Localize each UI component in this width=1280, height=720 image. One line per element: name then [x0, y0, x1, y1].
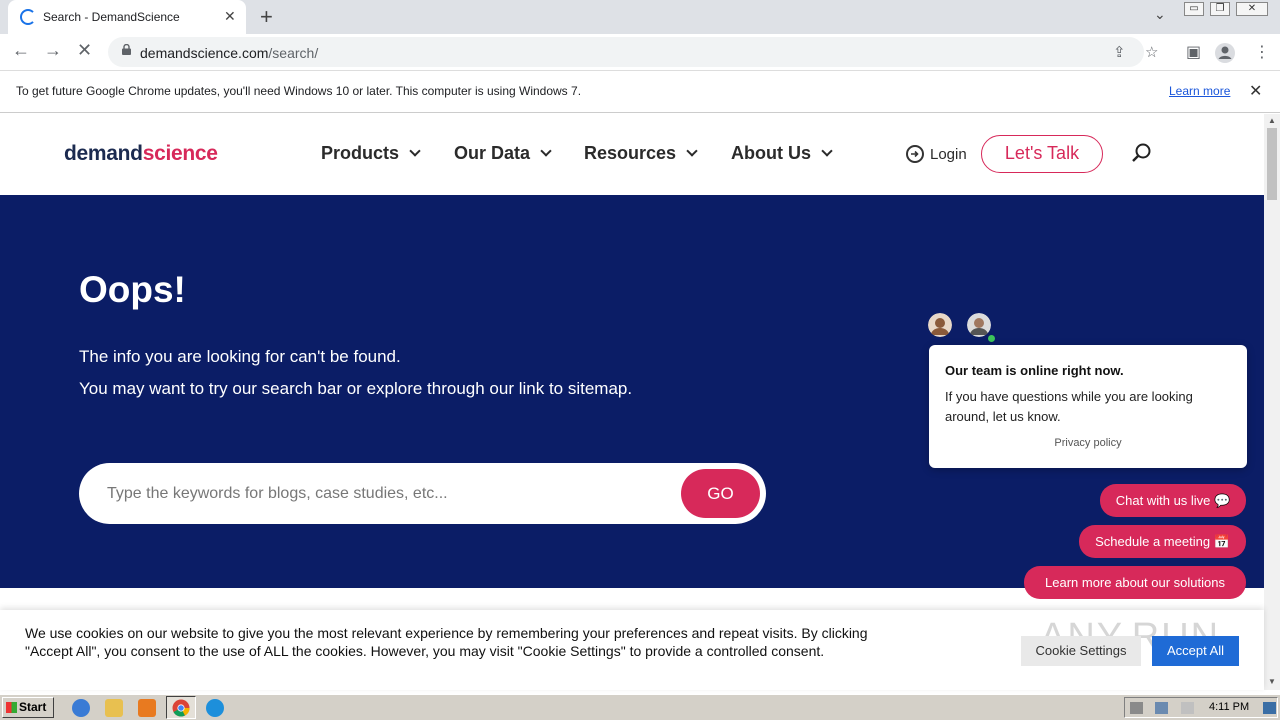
chat-privacy-link[interactable]: Privacy policy [929, 437, 1247, 449]
window-restore-button[interactable]: ❐ [1210, 2, 1230, 16]
chevron-down-icon [409, 145, 421, 157]
browser-menu-icon[interactable]: ⋮ [1254, 42, 1270, 62]
chat-body: If you have questions while you are look… [945, 389, 1193, 424]
site-logo[interactable]: demandscience [64, 142, 218, 166]
loading-spinner-icon [20, 9, 36, 25]
cookie-banner: We use cookies on our website to give yo… [0, 610, 1264, 690]
schedule-meeting-button[interactable]: Schedule a meeting 📅 [1079, 525, 1246, 558]
volume-icon[interactable] [1130, 702, 1143, 714]
not-found-message: The info you are looking for can't be fo… [79, 347, 401, 366]
start-button[interactable]: Start [2, 697, 54, 718]
address-bar[interactable]: demandscience.com/search/ ⇪ ☆ [108, 37, 1158, 67]
chat-invite-card: Our team is online right now. If you hav… [929, 345, 1247, 468]
chevron-down-icon [821, 145, 833, 157]
chevron-down-icon [540, 145, 552, 157]
online-status-dot [986, 333, 997, 344]
page-title: Oops! [79, 269, 186, 310]
login-link[interactable]: Login [930, 146, 967, 163]
infobar-learn-more-link[interactable]: Learn more [1169, 84, 1230, 98]
file-explorer-icon[interactable] [105, 699, 123, 717]
update-infobar: To get future Google Chrome updates, you… [0, 71, 1280, 113]
scroll-up-arrow-icon[interactable]: ▲ [1268, 116, 1276, 125]
sitemap-suggestion: You may want to try our search bar or ex… [79, 379, 633, 398]
site-header: demandscience Products Our Data Resource… [0, 114, 1264, 195]
forward-arrow-icon[interactable]: → [44, 40, 62, 61]
agent-avatar [928, 313, 952, 337]
windows-taskbar: Start 4:11 PM [0, 694, 1280, 720]
profile-avatar-icon[interactable] [1214, 42, 1236, 64]
internet-explorer-icon[interactable] [72, 699, 90, 717]
tab-search-chevron-icon[interactable]: ⌄ [1154, 6, 1166, 23]
cookie-settings-button[interactable]: Cookie Settings [1021, 636, 1141, 666]
url-text: demandscience.com/search/ [140, 45, 319, 61]
nav-item-about-us[interactable]: About Us [731, 143, 833, 164]
scroll-down-arrow-icon[interactable]: ▼ [1268, 677, 1276, 686]
stop-loading-icon[interactable]: ✕ [77, 40, 92, 61]
nav-item-our-data[interactable]: Our Data [454, 143, 552, 164]
infobar-message: To get future Google Chrome updates, you… [16, 84, 582, 98]
chat-live-button[interactable]: Chat with us live 💬 [1100, 484, 1246, 517]
windows-flag-icon [6, 702, 17, 713]
search-icon[interactable] [1131, 142, 1153, 164]
lock-icon [122, 44, 131, 55]
lets-talk-button[interactable]: Let's Talk [981, 135, 1103, 173]
browser-toolbar: ← → ✕ demandscience.com/search/ ⇪ ☆ ▣ ⋮ [0, 34, 1280, 71]
network-icon[interactable] [1155, 702, 1168, 714]
learn-solutions-button[interactable]: Learn more about our solutions [1024, 566, 1246, 599]
taskbar-chrome-button[interactable] [166, 696, 196, 719]
action-center-flag-icon[interactable] [1181, 702, 1194, 714]
tab-title: Search - DemandScience [43, 10, 180, 24]
side-panel-icon[interactable]: ▣ [1186, 42, 1201, 62]
go-button[interactable]: GO [681, 469, 760, 518]
search-form: GO [79, 463, 766, 524]
scrollbar-thumb[interactable] [1267, 128, 1277, 200]
edge-icon[interactable] [206, 699, 224, 717]
tab-close-icon[interactable]: ✕ [224, 8, 236, 25]
taskbar-clock[interactable]: 4:11 PM [1209, 701, 1249, 713]
chevron-down-icon [686, 145, 698, 157]
chat-heading: Our team is online right now. [945, 363, 1124, 378]
window-minimize-button[interactable]: ▭ [1184, 2, 1204, 16]
nav-item-resources[interactable]: Resources [584, 143, 698, 164]
new-tab-button[interactable]: + [260, 4, 273, 30]
show-desktop-icon[interactable] [1263, 702, 1276, 714]
browser-tab[interactable]: Search - DemandScience ✕ [8, 0, 246, 34]
window-close-button[interactable]: ✕ [1236, 2, 1268, 16]
browser-tab-bar: Search - DemandScience ✕ + ⌄ ▭ ❐ ✕ [0, 0, 1280, 34]
media-player-icon[interactable] [138, 699, 156, 717]
system-tray: 4:11 PM [1124, 697, 1278, 718]
accept-all-button[interactable]: Accept All [1152, 636, 1239, 666]
back-arrow-icon[interactable]: ← [12, 40, 30, 61]
share-icon[interactable]: ⇪ [1113, 43, 1126, 61]
infobar-close-icon[interactable]: ✕ [1249, 81, 1262, 101]
page-scrollbar[interactable]: ▲ ▼ [1264, 114, 1280, 690]
login-icon[interactable] [906, 145, 924, 163]
bookmark-star-icon[interactable]: ☆ [1145, 43, 1158, 61]
search-input[interactable] [107, 481, 667, 507]
chrome-icon [172, 699, 190, 717]
cookie-message: We use cookies on our website to give yo… [25, 625, 868, 659]
nav-item-products[interactable]: Products [321, 143, 421, 164]
